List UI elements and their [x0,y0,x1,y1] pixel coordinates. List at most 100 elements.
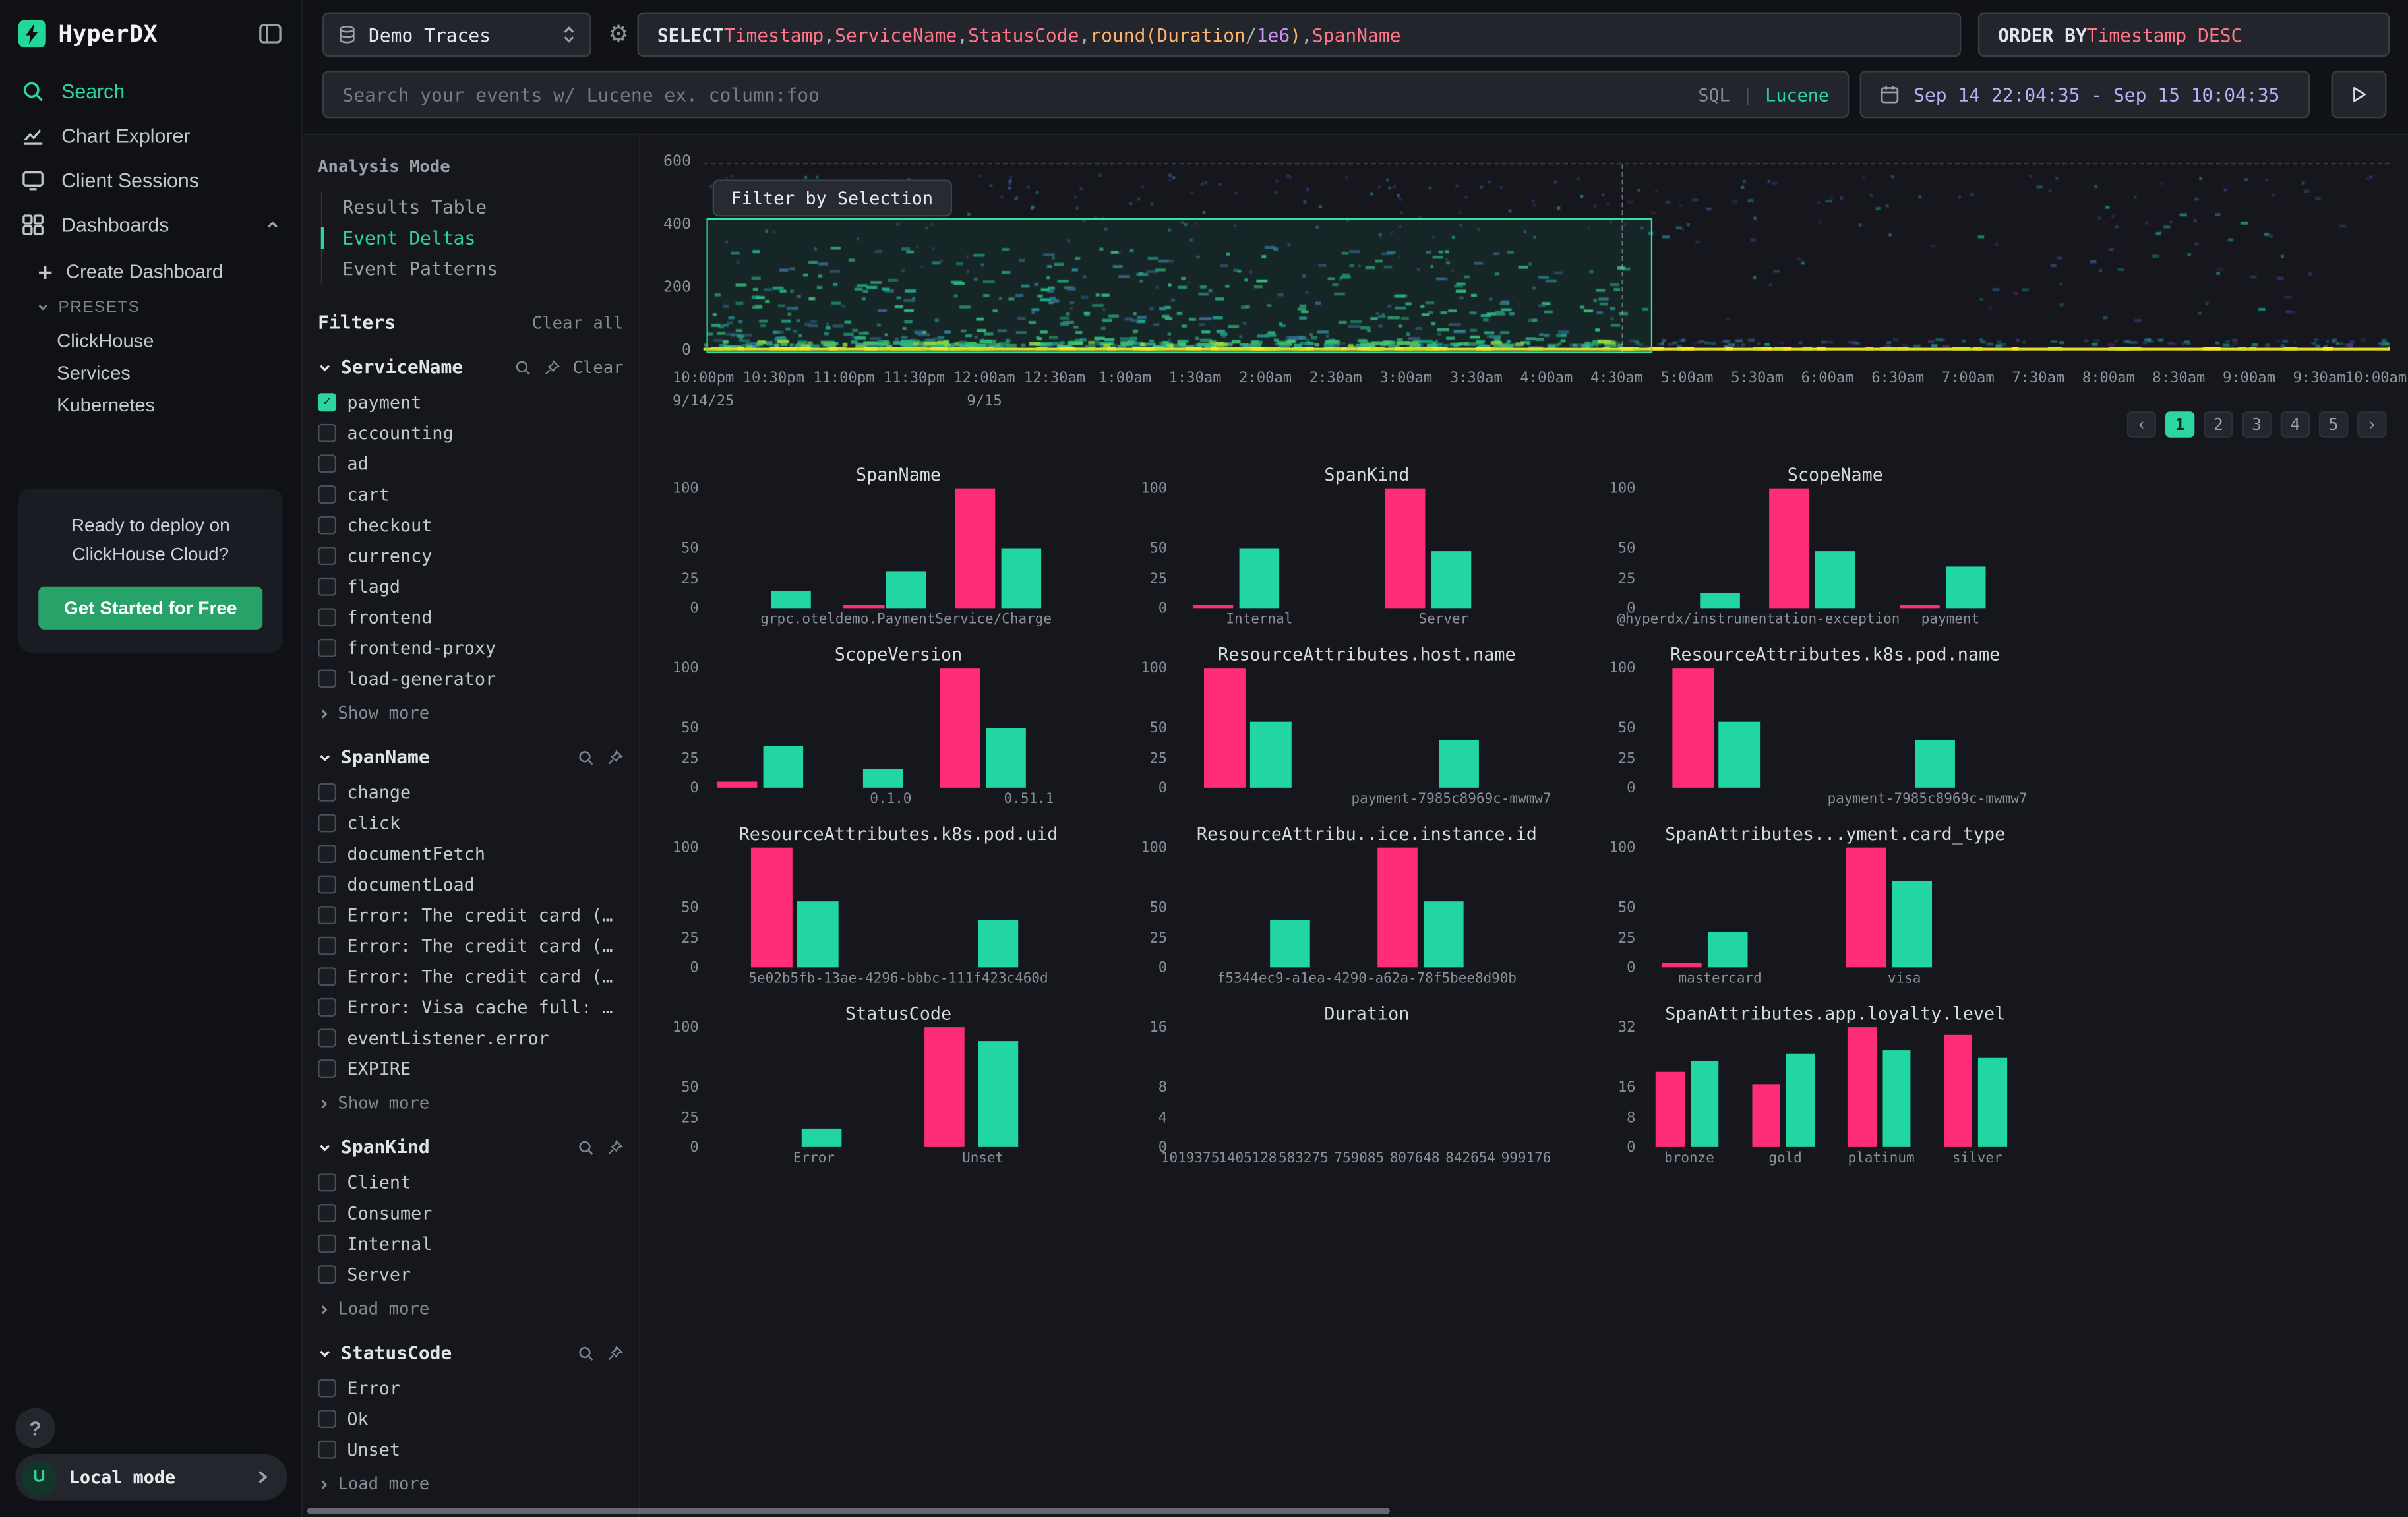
clear-all-filters-button[interactable]: Clear all [532,312,624,332]
settings-gear-icon[interactable]: ⚙ [608,20,628,47]
source-select[interactable]: Demo Traces [322,13,591,57]
filter-group-header-ServiceName[interactable]: ServiceNameClear [318,356,623,378]
checkbox-unchecked[interactable] [318,516,336,535]
checkbox-unchecked[interactable] [318,1379,336,1398]
pagination-page-1[interactable]: 1 [2165,411,2194,438]
pagination-prev-button[interactable]: ‹ [2127,411,2156,438]
filter-search-icon[interactable] [578,748,595,765]
checkbox-unchecked[interactable] [318,906,336,924]
hyperdx-logo[interactable]: HyperDX [18,20,158,47]
filter-option-documentfetch[interactable]: documentFetch [318,840,623,868]
filter-option-expire[interactable]: EXPIRE [318,1055,623,1083]
checkbox-unchecked[interactable] [318,608,336,626]
filter-search-icon[interactable] [578,1344,595,1361]
sidebar-item-clickhouse[interactable]: ClickHouse [37,324,301,356]
analysis-option-event-patterns[interactable]: Event Patterns [322,253,624,284]
filter-pin-icon[interactable] [543,359,560,376]
sidebar-item-kubernetes[interactable]: Kubernetes [37,388,301,421]
filter-pin-icon[interactable] [607,1139,624,1156]
filter-by-selection-button[interactable]: Filter by Selection [713,180,951,217]
help-button[interactable]: ? [15,1408,55,1448]
filter-group-load-more[interactable]: Load more [318,1474,623,1494]
checkbox-unchecked[interactable] [318,1441,336,1459]
filter-group-header-SpanKind[interactable]: SpanKind [318,1137,623,1158]
filter-option-load-generator[interactable]: load-generator [318,665,623,693]
pagination-next-button[interactable]: › [2357,411,2386,438]
language-sql[interactable]: SQL [1698,84,1730,105]
filter-search-icon[interactable] [514,359,531,376]
checkbox-unchecked[interactable] [318,1204,336,1222]
filter-option-error-the-credit-card-[interactable]: Error: The credit card (… [318,963,623,990]
filter-group-header-SpanName[interactable]: SpanName [318,746,623,768]
checkbox-unchecked[interactable] [318,1410,336,1428]
filter-option-server[interactable]: Server [318,1261,623,1288]
sidebar-item-client-sessions[interactable]: Client Sessions [0,158,301,203]
date-range-picker[interactable]: Sep 14 22:04:35 - Sep 15 10:04:35 [1860,71,2310,118]
filter-pin-icon[interactable] [607,748,624,765]
get-started-button[interactable]: Get Started for Free [38,587,262,630]
filter-pin-icon[interactable] [607,1344,624,1361]
filter-option-accounting[interactable]: accounting [318,419,623,447]
filter-option-flagd[interactable]: flagd [318,573,623,601]
sidebar-item-search[interactable]: Search [0,69,301,114]
filter-option-frontend[interactable]: frontend [318,603,623,631]
filter-option-cart[interactable]: cart [318,481,623,508]
checkbox-checked[interactable] [318,393,336,411]
run-query-button[interactable] [2332,71,2387,118]
local-mode-button[interactable]: U Local mode [15,1454,287,1501]
filter-option-ad[interactable]: ad [318,450,623,477]
filter-option-payment[interactable]: payment [318,388,623,416]
checkbox-unchecked[interactable] [318,876,336,894]
filter-option-error-the-credit-card-[interactable]: Error: The credit card (… [318,901,623,929]
filter-option-frontend-proxy[interactable]: frontend-proxy [318,634,623,662]
checkbox-unchecked[interactable] [318,845,336,863]
checkbox-unchecked[interactable] [318,454,336,473]
filter-option-error-the-credit-card-[interactable]: Error: The credit card (… [318,932,623,960]
pagination-page-2[interactable]: 2 [2204,411,2233,438]
checkbox-unchecked[interactable] [318,1028,336,1047]
filter-option-documentload[interactable]: documentLoad [318,871,623,899]
filter-search-icon[interactable] [578,1139,595,1156]
checkbox-unchecked[interactable] [318,1173,336,1191]
sidebar-item-services[interactable]: Services [37,356,301,388]
filter-group-header-StatusCode[interactable]: StatusCode [318,1342,623,1364]
filter-option-client[interactable]: Client [318,1168,623,1196]
filter-group-load-more[interactable]: Load more [318,1299,623,1319]
filter-option-eventlistener-error[interactable]: eventListener.error [318,1025,623,1052]
timeline-plot-area[interactable]: Filter by Selection [704,163,2390,353]
filter-option-internal[interactable]: Internal [318,1230,623,1258]
analysis-option-event-deltas[interactable]: Event Deltas [322,223,624,254]
filter-option-currency[interactable]: currency [318,542,623,570]
checkbox-unchecked[interactable] [318,424,336,442]
checkbox-unchecked[interactable] [318,1235,336,1253]
filter-option-checkout[interactable]: checkout [318,512,623,539]
sql-select-input[interactable]: SELECT Timestamp, ServiceName, StatusCod… [638,13,1962,57]
timeline-selection-box[interactable] [707,218,1653,353]
checkbox-unchecked[interactable] [318,1265,336,1284]
sidebar-item-chart-explorer[interactable]: Chart Explorer [0,113,301,158]
filter-option-error[interactable]: Error [318,1375,623,1402]
checkbox-unchecked[interactable] [318,578,336,596]
filter-option-unset[interactable]: Unset [318,1436,623,1464]
checkbox-unchecked[interactable] [318,937,336,955]
filter-option-click[interactable]: click [318,809,623,837]
horizontal-scrollbar[interactable] [307,1508,1390,1514]
pagination-page-3[interactable]: 3 [2242,411,2271,438]
analysis-option-results-table[interactable]: Results Table [322,192,624,223]
filter-option-consumer[interactable]: Consumer [318,1199,623,1227]
pagination-page-4[interactable]: 4 [2281,411,2310,438]
checkbox-unchecked[interactable] [318,814,336,832]
filter-option-ok[interactable]: Ok [318,1405,623,1433]
checkbox-unchecked[interactable] [318,783,336,802]
order-by-input[interactable]: ORDER BY Timestamp DESC [1978,13,2390,57]
filter-group-show-more[interactable]: Show more [318,1093,623,1113]
checkbox-unchecked[interactable] [318,639,336,657]
language-lucene[interactable]: Lucene [1765,84,1829,105]
checkbox-unchecked[interactable] [318,1059,336,1078]
checkbox-unchecked[interactable] [318,967,336,986]
collapse-sidebar-icon[interactable] [258,22,282,46]
sidebar-item-dashboards[interactable]: Dashboards [0,202,301,247]
pagination-page-5[interactable]: 5 [2319,411,2348,438]
search-input[interactable] [324,84,1698,105]
checkbox-unchecked[interactable] [318,998,336,1017]
